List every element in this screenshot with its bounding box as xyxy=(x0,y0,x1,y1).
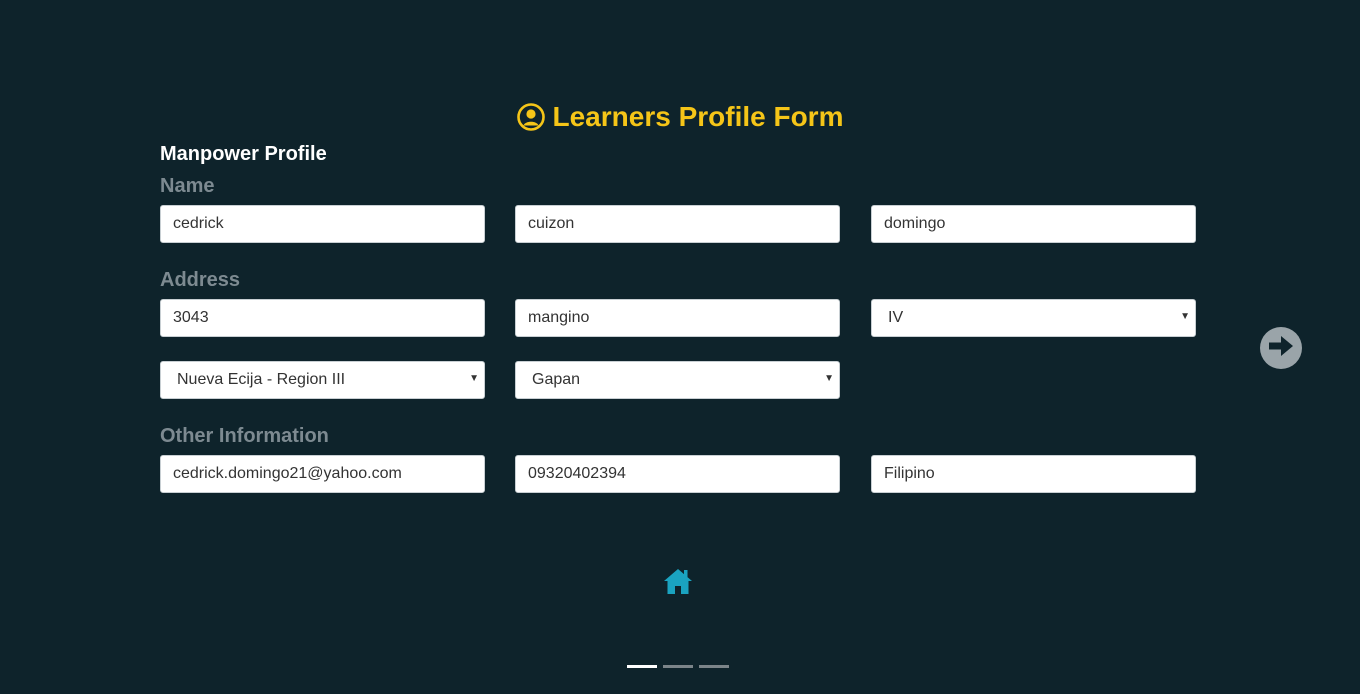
name-label: Name xyxy=(160,175,215,197)
page-indicator-2[interactable] xyxy=(663,665,693,668)
other-info-label: Other Information xyxy=(160,425,329,447)
city-select-value: Gapan xyxy=(532,371,581,388)
province-select-value: Nueva Ecija - Region III xyxy=(177,371,346,388)
barangay-input[interactable] xyxy=(515,299,840,337)
section-title: Manpower Profile xyxy=(160,143,327,165)
form-title: Learners Profile Form xyxy=(0,98,1360,136)
district-select-value: IV xyxy=(888,309,904,326)
first-name-input[interactable] xyxy=(160,205,485,243)
street-number-input[interactable] xyxy=(160,299,485,337)
page-indicator-1[interactable] xyxy=(627,665,657,668)
last-name-input[interactable] xyxy=(871,205,1196,243)
page-indicator-3[interactable] xyxy=(699,665,729,668)
city-select[interactable]: Gapan ▼ xyxy=(515,361,840,399)
address-label: Address xyxy=(160,269,241,291)
user-circle-icon xyxy=(516,103,545,131)
district-select[interactable]: IV ▼ xyxy=(871,299,1196,337)
nationality-input[interactable] xyxy=(871,455,1196,493)
email-input[interactable] xyxy=(160,455,485,493)
caret-down-icon: ▼ xyxy=(1180,311,1190,322)
page: Learners Profile Form Manpower Profile N… xyxy=(0,0,1360,694)
caret-down-icon: ▼ xyxy=(469,373,479,384)
home-icon xyxy=(663,569,693,599)
province-select[interactable]: Nueva Ecija - Region III ▼ xyxy=(160,361,485,399)
contact-number-input[interactable] xyxy=(515,455,840,493)
arrow-right-circle-icon xyxy=(1266,333,1296,364)
middle-name-input[interactable] xyxy=(515,205,840,243)
next-button[interactable] xyxy=(1260,327,1302,369)
caret-down-icon: ▼ xyxy=(824,373,834,384)
home-button[interactable] xyxy=(663,567,693,595)
page-indicator xyxy=(627,665,729,668)
form-title-text: Learners Profile Form xyxy=(552,101,844,132)
